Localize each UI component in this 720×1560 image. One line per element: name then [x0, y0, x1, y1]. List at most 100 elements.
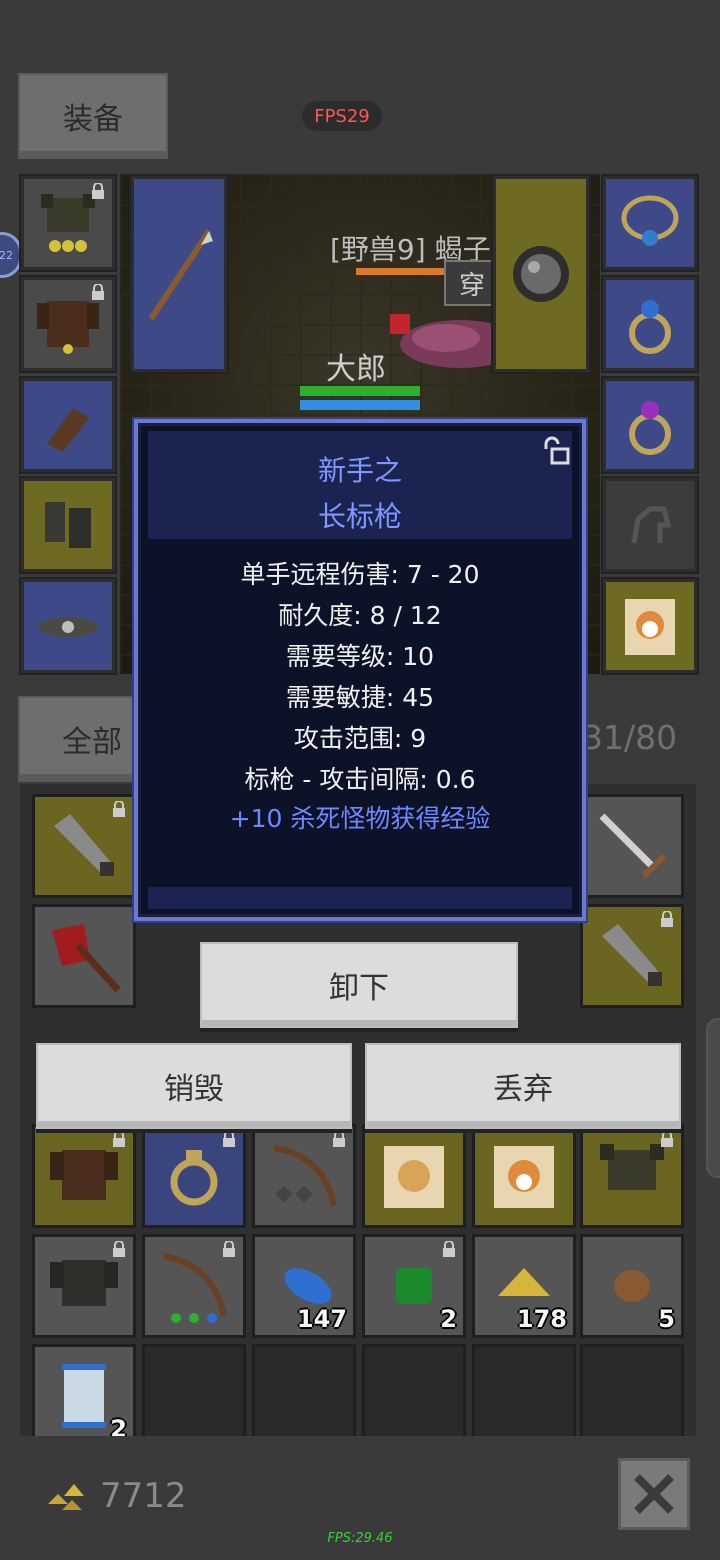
stat-attack-interval: 标枪 - 攻击间隔: 0.6	[244, 765, 476, 794]
inventory-slot[interactable]: 5	[580, 1234, 684, 1338]
lock-icon	[113, 801, 125, 817]
boots-icon	[45, 502, 91, 548]
belt-slot[interactable]	[19, 577, 117, 675]
pet-scroll-icon	[625, 599, 675, 655]
inventory-slot[interactable]: 147	[252, 1234, 356, 1338]
inventory-slot[interactable]	[252, 1124, 356, 1228]
discard-button[interactable]: 丢弃	[365, 1043, 681, 1129]
boots-slot[interactable]	[19, 476, 117, 574]
inventory-slot[interactable]	[472, 1124, 576, 1228]
tooltip-footer	[148, 887, 572, 909]
inventory-slot[interactable]	[32, 1234, 136, 1338]
monster-health-bar	[356, 268, 446, 275]
inventory-slot[interactable]	[32, 794, 136, 898]
item-count: 5	[658, 1305, 675, 1333]
equipment-tab[interactable]: 装备	[18, 73, 168, 159]
sword-icon	[599, 813, 667, 879]
inventory-slot-empty[interactable]	[362, 1344, 466, 1448]
filter-all-label: 全部	[62, 725, 122, 760]
item-tooltip: 新手之 长标枪 单手远程伤害: 7 - 20 耐久度: 8 / 12 需要等级:…	[134, 419, 586, 921]
inventory-slot[interactable]	[362, 1124, 466, 1228]
item-count: 147	[296, 1305, 347, 1333]
javelin-icon	[148, 229, 213, 321]
lock-icon	[333, 1131, 345, 1147]
inventory-slot-empty[interactable]	[580, 1344, 684, 1448]
horse-icon	[631, 506, 672, 544]
gold-amount: 7712	[100, 1476, 187, 1516]
axe-icon	[52, 924, 121, 993]
weapon-slot[interactable]	[129, 174, 229, 374]
inventory-slot-empty[interactable]	[142, 1344, 246, 1448]
player-name: 大郎	[326, 352, 386, 387]
close-button[interactable]	[618, 1458, 690, 1530]
necklace-slot[interactable]	[601, 174, 699, 272]
item-title-prefix: 新手之	[317, 454, 402, 487]
inventory-slot[interactable]: 178	[472, 1234, 576, 1338]
stat-required-agility: 需要敏捷: 45	[285, 683, 435, 712]
equipment-tab-label: 装备	[63, 102, 123, 137]
lock-icon	[223, 1241, 235, 1257]
lock-icon	[443, 1241, 455, 1257]
lock-icon	[113, 1131, 125, 1147]
player-mana-bar	[300, 400, 420, 410]
unequip-button[interactable]: 卸下	[200, 942, 518, 1028]
armor-icon	[50, 1260, 118, 1306]
inventory-slot[interactable]: 2	[362, 1234, 466, 1338]
orb-icon	[513, 246, 569, 302]
gold-coins-icon	[48, 1484, 84, 1510]
pet-scroll-icon	[494, 1146, 554, 1208]
crossbow-icon	[273, 1145, 337, 1207]
item-count: 2	[440, 1305, 457, 1333]
player-health-bar	[300, 386, 420, 396]
lock-icon	[661, 911, 673, 927]
armor-slot[interactable]	[19, 275, 117, 373]
inventory-capacity: 31/80	[582, 718, 678, 757]
helmet-slot[interactable]	[19, 174, 117, 272]
lock-icon	[92, 284, 104, 300]
inventory-slot-empty[interactable]	[252, 1344, 356, 1448]
close-icon	[634, 1474, 674, 1514]
item-title: 长标枪	[317, 500, 402, 533]
ring-slot-2[interactable]	[601, 376, 699, 474]
spearhead-icon	[602, 924, 662, 986]
lock-icon	[223, 1131, 235, 1147]
stat-attack-range: 攻击范围: 9	[293, 724, 427, 753]
lock-icon	[113, 1241, 125, 1257]
fps-badge: FPS29	[302, 101, 382, 131]
helmet-icon	[600, 1144, 664, 1190]
inventory-slot[interactable]	[142, 1234, 246, 1338]
pet-slot[interactable]	[601, 577, 699, 675]
amethyst-ring-icon	[629, 401, 671, 455]
mount-slot[interactable]	[601, 476, 699, 574]
stat-bonus: +10 杀死怪物获得经验	[229, 804, 491, 833]
bow-icon	[163, 1253, 227, 1323]
offhand-slot[interactable]	[491, 174, 591, 374]
fps-counter: FPS:29.46	[327, 1531, 393, 1546]
game-screen: 装备 FPS29 [野兽9] 蝎子 穿 大郎 22 全部 31/80 147 2…	[0, 0, 720, 1560]
spearhead-icon	[54, 814, 114, 876]
side-tab-badge: 22	[0, 248, 13, 262]
sapphire-ring-icon	[629, 300, 671, 354]
destroy-button[interactable]: 销毁	[36, 1043, 352, 1129]
gloves-icon	[47, 408, 89, 452]
inventory-slot[interactable]	[142, 1124, 246, 1228]
inventory-slot[interactable]	[32, 904, 136, 1008]
inventory-slot-empty[interactable]	[472, 1344, 576, 1448]
inventory-slot[interactable]	[580, 794, 684, 898]
stat-durability: 耐久度: 8 / 12	[278, 601, 442, 630]
belt-icon	[38, 617, 98, 637]
necklace-icon	[621, 195, 679, 246]
inventory-slot[interactable]: 2	[32, 1344, 136, 1448]
lock-icon	[661, 1131, 673, 1147]
inventory-slot[interactable]	[580, 1124, 684, 1228]
item-count: 178	[516, 1305, 567, 1333]
scroll-handle[interactable]	[706, 1018, 720, 1178]
inventory-slot[interactable]	[32, 1124, 136, 1228]
stat-required-level: 需要等级: 10	[285, 642, 435, 671]
side-tab[interactable]: 22	[0, 232, 22, 278]
ring-slot-1[interactable]	[601, 275, 699, 373]
gloves-slot[interactable]	[19, 376, 117, 474]
inventory-slot[interactable]	[580, 904, 684, 1008]
pet-scroll-icon	[384, 1146, 444, 1208]
stat-damage: 单手远程伤害: 7 - 20	[240, 560, 480, 589]
